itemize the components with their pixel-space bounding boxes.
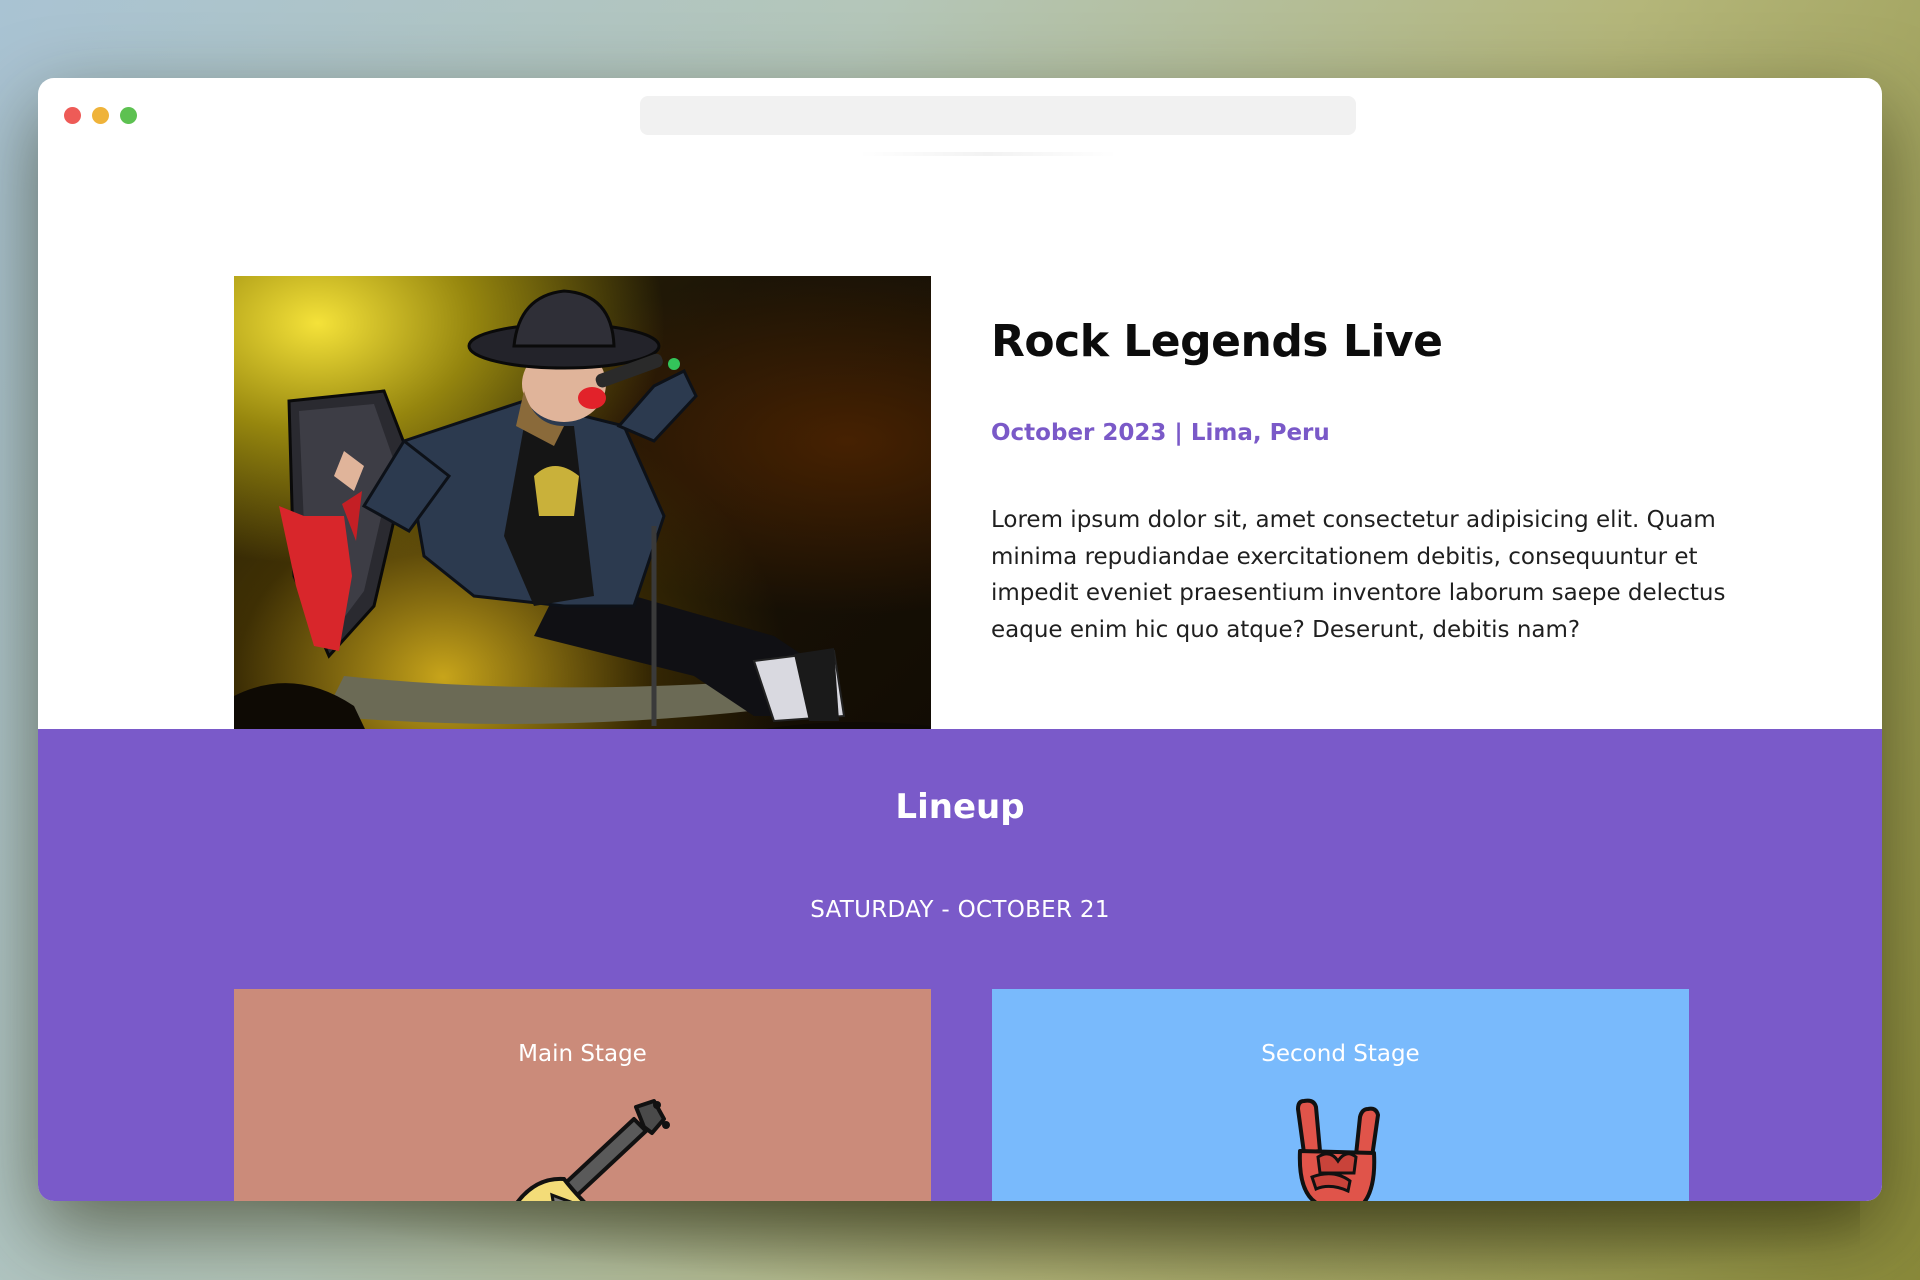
minimize-button[interactable] [92,107,109,124]
stage-card-main[interactable]: Main Stage [234,989,931,1201]
lineup-title: Lineup [895,787,1025,827]
lineup-date: SATURDAY - OCTOBER 21 [810,897,1110,923]
event-description: Lorem ipsum dolor sit, amet consectetur … [991,507,1726,643]
stage-card-second[interactable]: Second Stage [992,989,1689,1201]
window-controls [64,107,137,124]
address-bar[interactable] [640,96,1356,135]
rock-hand-icon [1296,1098,1380,1201]
hero-image [234,276,931,748]
stage-label: Second Stage [1261,1041,1420,1067]
performer-illustration [234,289,931,748]
maximize-button[interactable] [120,107,137,124]
event-hero: Rock Legends Live October 2023 | Lima, P… [38,158,1882,748]
title-bar [38,78,1882,158]
guitar-icon [515,1099,670,1201]
event-date-location: October 2023 | Lima, Peru [991,420,1330,446]
stage-label: Main Stage [518,1041,647,1067]
lineup-section: Lineup SATURDAY - OCTOBER 21 Main Stage … [38,729,1882,1201]
event-title: Rock Legends Live [991,316,1443,367]
nav-underline [858,152,1118,156]
close-button[interactable] [64,107,81,124]
browser-window: Rock Legends Live October 2023 | Lima, P… [38,78,1882,1201]
